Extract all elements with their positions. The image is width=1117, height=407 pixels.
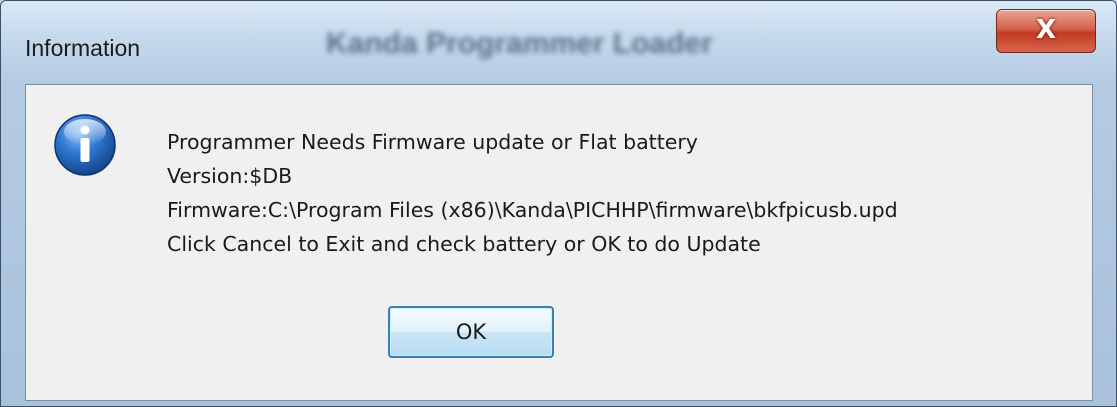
title-bar[interactable]: Information Kanda Programmer Loader X [1,1,1116,81]
message-text: Programmer Needs Firmware update or Flat… [167,125,898,261]
message-line: Programmer Needs Firmware update or Flat… [167,130,698,154]
window-title: Information [25,35,141,61]
background-window-title: Kanda Programmer Loader [326,27,713,60]
message-line: Click Cancel to Exit and check battery o… [167,232,761,256]
information-icon [54,114,116,176]
dialog-content: Programmer Needs Firmware update or Flat… [25,84,1093,401]
message-line: Version:$DB [167,164,293,188]
ok-button[interactable]: OK [388,306,554,358]
close-button[interactable]: X [996,9,1096,53]
close-icon: X [1035,15,1057,45]
message-line: Firmware:C:\Program Files (x86)\Kanda\PI… [167,198,898,222]
message-box-window: Information Kanda Programmer Loader X Pr… [0,0,1117,407]
